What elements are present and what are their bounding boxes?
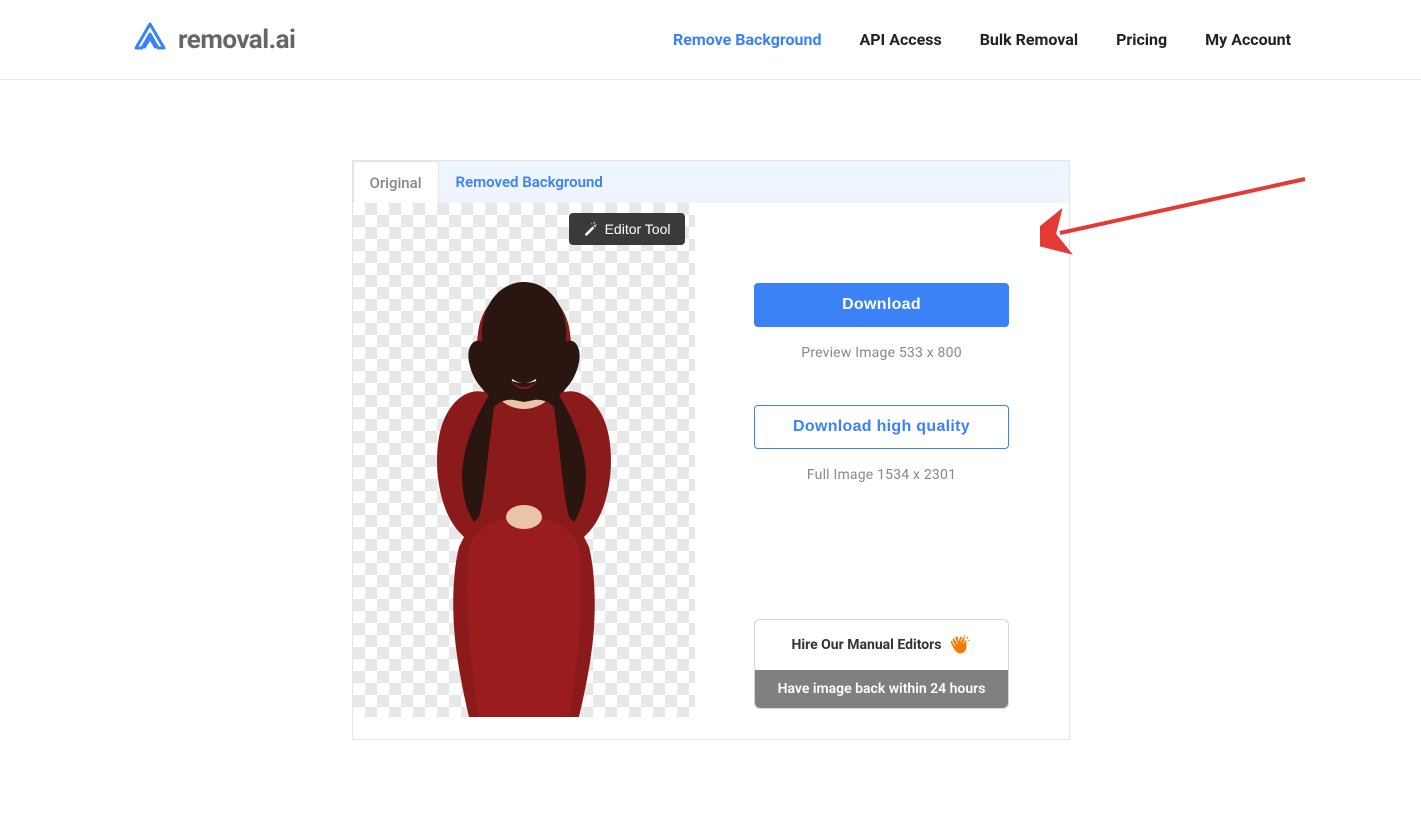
image-preview-panel: Editor Tool xyxy=(353,203,695,717)
hire-subtitle: Have image back within 24 hours xyxy=(755,670,1008,708)
actions-panel: Download Preview Image 533 x 800 Downloa… xyxy=(695,203,1069,739)
logo[interactable]: removal.ai xyxy=(130,20,295,60)
download-button[interactable]: Download xyxy=(754,283,1009,327)
hire-title: Hire Our Manual Editors xyxy=(792,637,942,653)
content-area: Editor Tool xyxy=(353,203,1069,739)
download-high-quality-button[interactable]: Download high quality xyxy=(754,405,1009,449)
arrow-annotation-icon xyxy=(1040,173,1320,263)
nav-pricing[interactable]: Pricing xyxy=(1116,30,1167,49)
hire-editors-button[interactable]: Hire Our Manual Editors xyxy=(755,620,1008,670)
full-meta-text: Full Image 1534 x 2301 xyxy=(807,467,956,483)
tab-original[interactable]: Original xyxy=(353,161,439,203)
waving-hand-icon xyxy=(949,634,971,656)
nav-api-access[interactable]: API Access xyxy=(859,30,941,49)
hire-editors-box: Hire Our Manual Editors Have image back … xyxy=(754,619,1009,709)
result-image xyxy=(384,247,664,717)
logo-text: removal.ai xyxy=(178,25,295,55)
main-nav: Remove Background API Access Bulk Remova… xyxy=(673,30,1291,49)
editor-tool-button[interactable]: Editor Tool xyxy=(569,213,685,245)
result-card: Original Removed Background Editor Tool xyxy=(352,160,1070,740)
site-header: removal.ai Remove Background API Access … xyxy=(0,0,1421,80)
nav-my-account[interactable]: My Account xyxy=(1205,30,1291,49)
editor-tool-label: Editor Tool xyxy=(605,221,671,237)
preview-meta-text: Preview Image 533 x 800 xyxy=(801,345,962,361)
nav-remove-background[interactable]: Remove Background xyxy=(673,30,822,49)
tabs-bar: Original Removed Background xyxy=(353,161,1069,203)
logo-icon xyxy=(130,20,170,60)
tab-removed-background[interactable]: Removed Background xyxy=(439,161,620,203)
main-container: Original Removed Background Editor Tool xyxy=(0,80,1421,740)
magic-wand-icon xyxy=(583,222,597,236)
nav-bulk-removal[interactable]: Bulk Removal xyxy=(980,30,1078,49)
